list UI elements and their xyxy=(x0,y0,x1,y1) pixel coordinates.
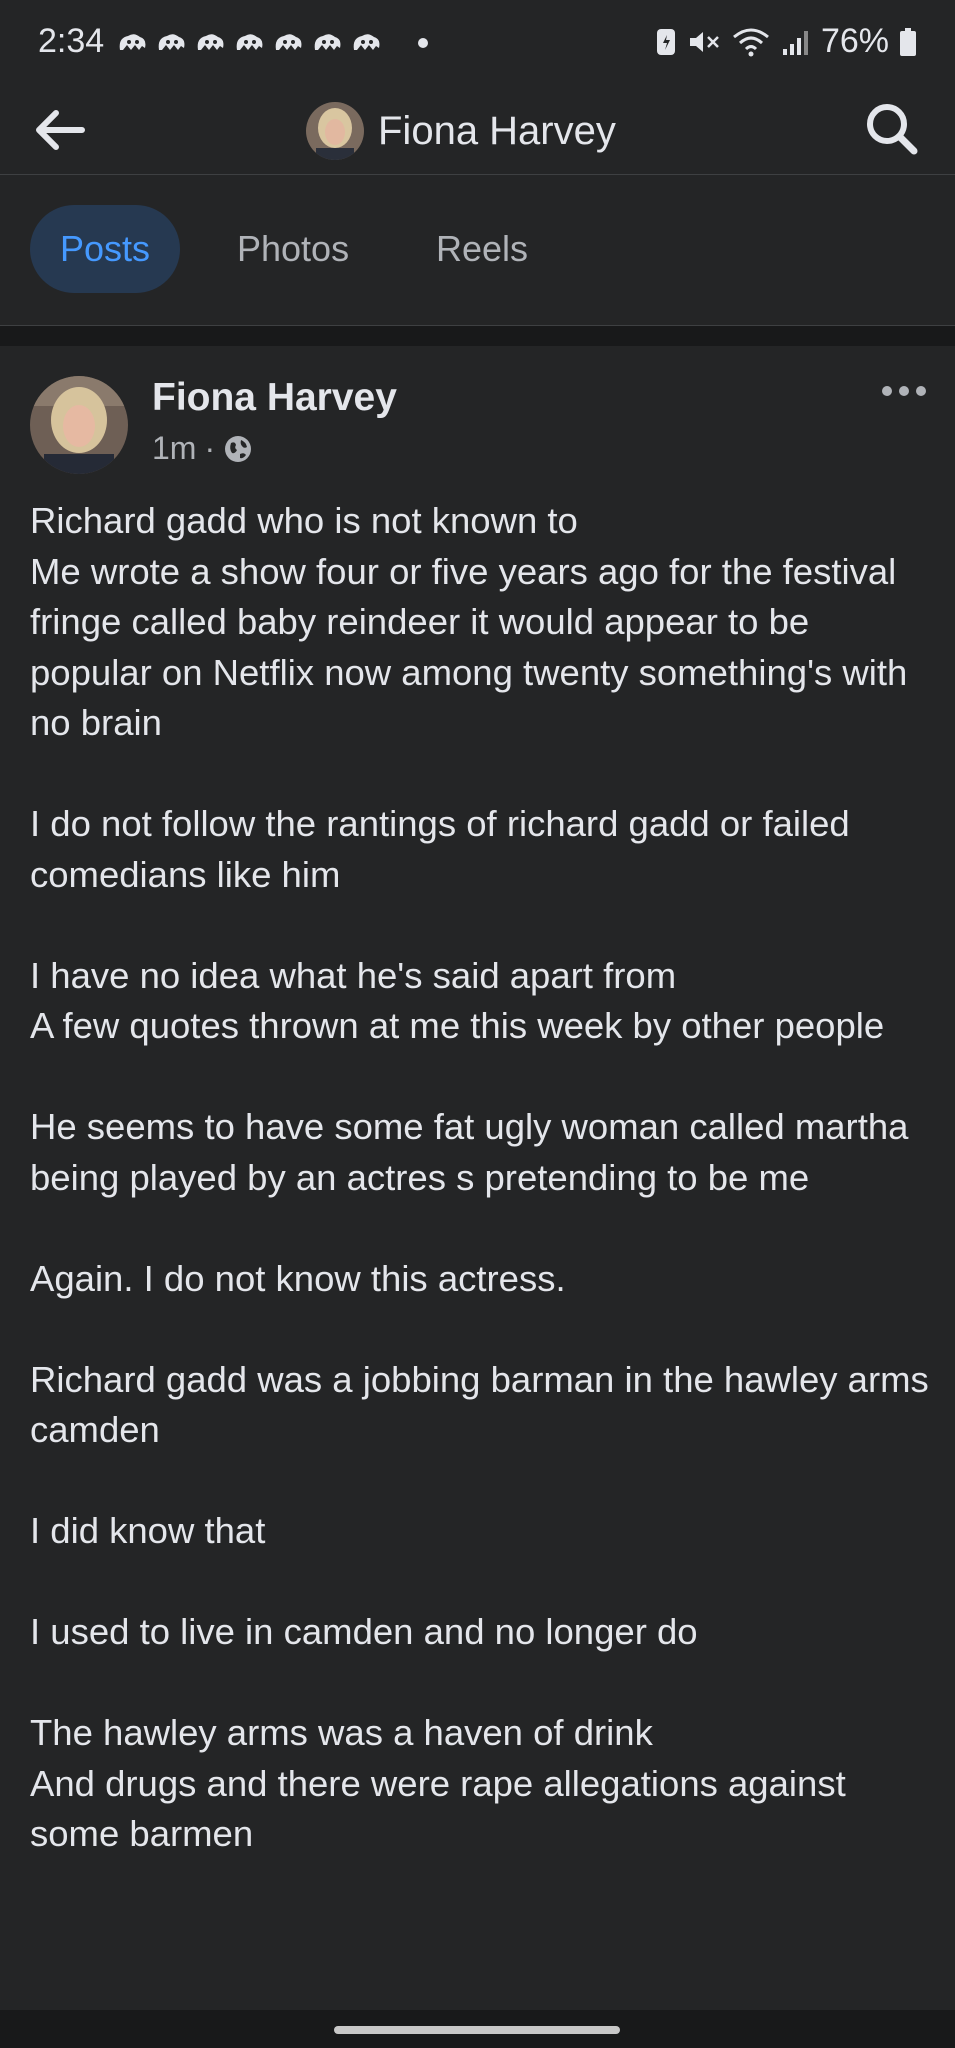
data-saver-icon xyxy=(656,28,675,55)
post-author-name[interactable]: Fiona Harvey xyxy=(152,376,397,420)
mute-icon xyxy=(689,31,719,52)
post-timestamp[interactable]: 1m xyxy=(152,430,196,467)
post-card: Fiona Harvey 1m · Richard gadd who is no… xyxy=(0,346,955,2010)
more-options-icon[interactable] xyxy=(879,376,929,406)
app-notification-icon xyxy=(119,34,146,50)
system-nav-bar xyxy=(0,2010,955,2048)
post-paragraph: I used to live in camden and no longer d… xyxy=(30,1611,698,1652)
home-gesture-handle[interactable] xyxy=(334,2026,620,2034)
avatar xyxy=(306,102,364,160)
post-paragraph: The hawley arms was a haven of drink And… xyxy=(30,1712,846,1854)
system-status-icons: 76% xyxy=(655,22,917,61)
tab-posts[interactable]: Posts xyxy=(30,205,181,293)
meta-separator: · xyxy=(204,430,216,466)
profile-header: Fiona Harvey xyxy=(0,84,955,175)
post-paragraph: Richard gadd was a jobbing barman in the… xyxy=(30,1358,939,1451)
wifi-icon xyxy=(732,28,769,56)
app-notification-icon xyxy=(275,34,302,50)
page-title: Fiona Harvey xyxy=(378,108,616,153)
post-paragraph: I did know that xyxy=(30,1510,266,1551)
more-notifications-dot xyxy=(418,38,428,48)
battery-percentage: 76% xyxy=(820,22,889,60)
notification-icons xyxy=(116,30,383,56)
back-arrow-icon[interactable] xyxy=(30,100,90,160)
status-bar: 2:34 76% xyxy=(0,0,955,84)
post-paragraph: Again. I do not know this actress. xyxy=(30,1257,566,1299)
battery-icon xyxy=(900,27,916,56)
app-notification-icon xyxy=(197,34,224,50)
signal-icon xyxy=(782,30,808,55)
tab-photos[interactable]: Photos xyxy=(207,205,379,293)
post-meta: 1m · xyxy=(152,430,253,467)
section-divider xyxy=(0,326,955,346)
post-paragraph: He seems to have some fat ugly woman cal… xyxy=(30,1106,919,1198)
status-time: 2:34 xyxy=(38,22,105,60)
app-notification-icon xyxy=(314,34,341,50)
post-paragraph: Richard gadd who is not known to Me wrot… xyxy=(30,500,908,743)
app-notification-icon xyxy=(158,34,185,50)
post-paragraph: I have no idea what he's said apart from… xyxy=(30,954,885,1047)
app-notification-icon xyxy=(353,34,380,50)
tab-reels[interactable]: Reels xyxy=(406,205,558,293)
header-profile[interactable]: Fiona Harvey xyxy=(306,92,616,170)
profile-tabs: Posts Photos Reels xyxy=(0,175,955,326)
app-notification-icon xyxy=(236,34,263,50)
search-icon[interactable] xyxy=(861,98,923,160)
post-text: Richard gadd who is not known to Me wrot… xyxy=(30,496,930,1910)
globe-icon xyxy=(225,435,252,462)
avatar[interactable] xyxy=(30,376,128,474)
post-paragraph: I do not follow the rantings of richard … xyxy=(30,803,860,895)
